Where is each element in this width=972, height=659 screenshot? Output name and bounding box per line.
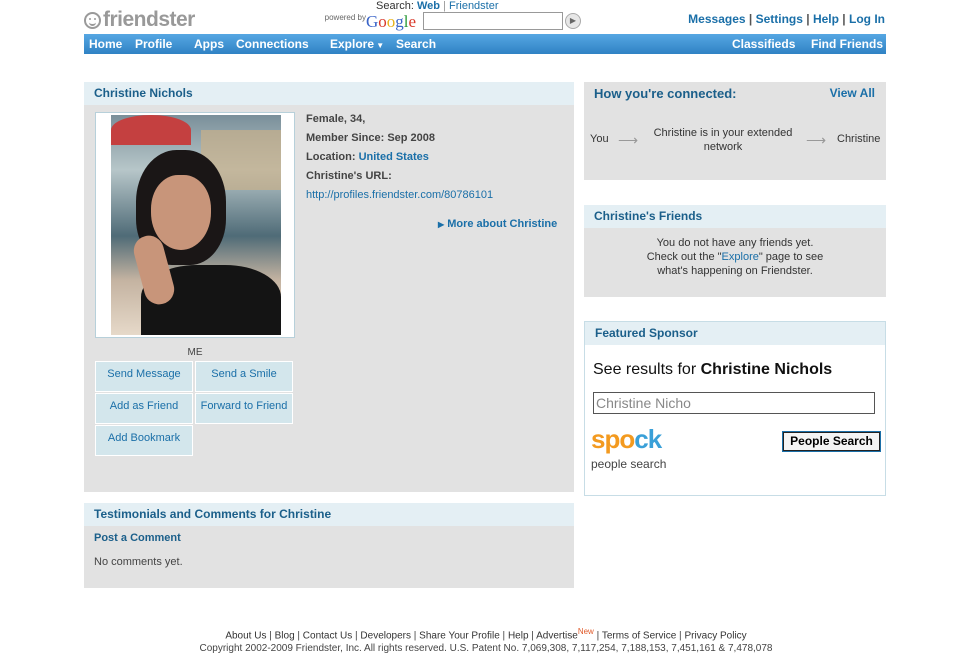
explore-link[interactable]: Explore: [722, 251, 759, 263]
footer-privacy[interactable]: Privacy Policy: [684, 630, 746, 641]
footer-copyright: Copyright 2002-2009 Friendster, Inc. All…: [199, 643, 773, 654]
sponsor-panel: Featured Sponsor See results for Christi…: [584, 321, 886, 496]
gender-age: Female, 34,: [306, 113, 366, 125]
testimonials-panel: Testimonials and Comments for Christine …: [84, 503, 574, 588]
search-scope: Search: Web | Friendster: [376, 0, 499, 12]
messages-link[interactable]: Messages: [688, 12, 745, 26]
post-comment-link[interactable]: Post a Comment: [94, 532, 181, 544]
profile-url-link[interactable]: http://profiles.friendster.com/80786101: [306, 189, 493, 201]
spock-logo: spock: [591, 424, 662, 454]
search-go-icon[interactable]: ▶: [565, 13, 581, 29]
login-link[interactable]: Log In: [849, 12, 885, 26]
footer-advertise[interactable]: Advertise: [536, 630, 578, 641]
add-friend-button[interactable]: Add as Friend: [95, 393, 193, 424]
profile-name-heading: Christine Nichols: [84, 82, 574, 105]
view-all-link[interactable]: View All: [830, 86, 875, 100]
footer-developers[interactable]: Developers: [360, 630, 411, 641]
connection-panel: How you're connected: View All You ⟶ Chr…: [584, 82, 886, 180]
location: Location: United States: [306, 151, 429, 163]
footer-share[interactable]: Share Your Profile: [419, 630, 500, 641]
nav-find-friends[interactable]: Find Friends: [811, 37, 883, 51]
footer-terms[interactable]: Terms of Service: [602, 630, 676, 641]
connection-middle: Christine is in your extended network: [653, 127, 793, 153]
powered-by-label: powered by: [324, 13, 366, 22]
more-about-link[interactable]: ▶ More about Christine: [438, 218, 557, 230]
footer-links: About Us | Blog | Contact Us | Developer…: [225, 627, 747, 642]
member-since: Member Since: Sep 2008: [306, 132, 436, 144]
friends-empty-text: You do not have any friends yet.: [656, 237, 814, 249]
settings-link[interactable]: Settings: [756, 12, 803, 26]
sponsor-heading: Featured Sponsor: [585, 322, 885, 345]
sponsor-search-input[interactable]: [593, 392, 875, 414]
profile-photo: [111, 115, 281, 335]
footer-about[interactable]: About Us: [225, 630, 266, 641]
friends-explore-text: Check out the "Explore" page to see: [646, 251, 824, 263]
connection-arrow-icon: ⟶: [618, 132, 639, 148]
add-bookmark-button[interactable]: Add Bookmark: [95, 425, 193, 456]
friendster-logo[interactable]: friendster: [84, 8, 195, 32]
help-link[interactable]: Help: [813, 12, 839, 26]
friends-heading: Christine's Friends: [584, 205, 886, 228]
new-badge: New: [577, 627, 594, 636]
spock-tagline: people search: [591, 457, 667, 471]
nav-search[interactable]: Search: [396, 37, 436, 51]
nav-explore[interactable]: Explore ▼: [330, 37, 384, 51]
footer-help[interactable]: Help: [508, 630, 529, 641]
nav-home[interactable]: Home: [89, 37, 122, 51]
nav-connections[interactable]: Connections: [236, 37, 309, 51]
footer-contact[interactable]: Contact Us: [303, 630, 352, 641]
url-label: Christine's URL:: [306, 170, 392, 182]
nav-profile[interactable]: Profile: [135, 37, 172, 51]
connection-christine: Christine: [837, 133, 881, 145]
connection-arrow-icon: ⟶: [806, 132, 827, 148]
people-search-button[interactable]: People Search: [782, 431, 881, 452]
top-links: Messages | Settings | Help | Log In: [688, 12, 885, 26]
nav-classifieds[interactable]: Classifieds: [732, 37, 795, 51]
location-link[interactable]: United States: [359, 151, 429, 163]
no-comments-text: No comments yet.: [94, 556, 183, 568]
testimonials-heading: Testimonials and Comments for Christine: [84, 503, 574, 526]
connection-you: You: [590, 133, 609, 145]
explore-dropdown-icon: ▼: [374, 41, 385, 50]
profile-photo-frame[interactable]: [95, 112, 295, 338]
main-navbar: Home Profile Apps Connections Explore ▼ …: [84, 34, 886, 54]
send-message-button[interactable]: Send Message: [95, 361, 193, 392]
friends-panel: Christine's Friends You do not have any …: [584, 205, 886, 297]
footer-blog[interactable]: Blog: [275, 630, 295, 641]
send-smile-button[interactable]: Send a Smile: [195, 361, 293, 392]
search-input[interactable]: [423, 12, 563, 30]
nav-apps[interactable]: Apps: [194, 37, 224, 51]
more-arrow-icon: ▶: [438, 220, 445, 229]
forward-friend-button[interactable]: Forward to Friend: [195, 393, 293, 424]
search-friendster-link[interactable]: Friendster: [449, 0, 499, 12]
friends-happening-text: what's happening on Friendster.: [657, 265, 813, 277]
photo-caption: ME: [187, 347, 203, 358]
smiley-logo-icon: [84, 11, 101, 29]
sponsor-see-results: See results for Christine Nichols: [593, 361, 833, 378]
google-logo: Google: [366, 12, 417, 31]
search-web-link[interactable]: Web: [417, 0, 440, 12]
